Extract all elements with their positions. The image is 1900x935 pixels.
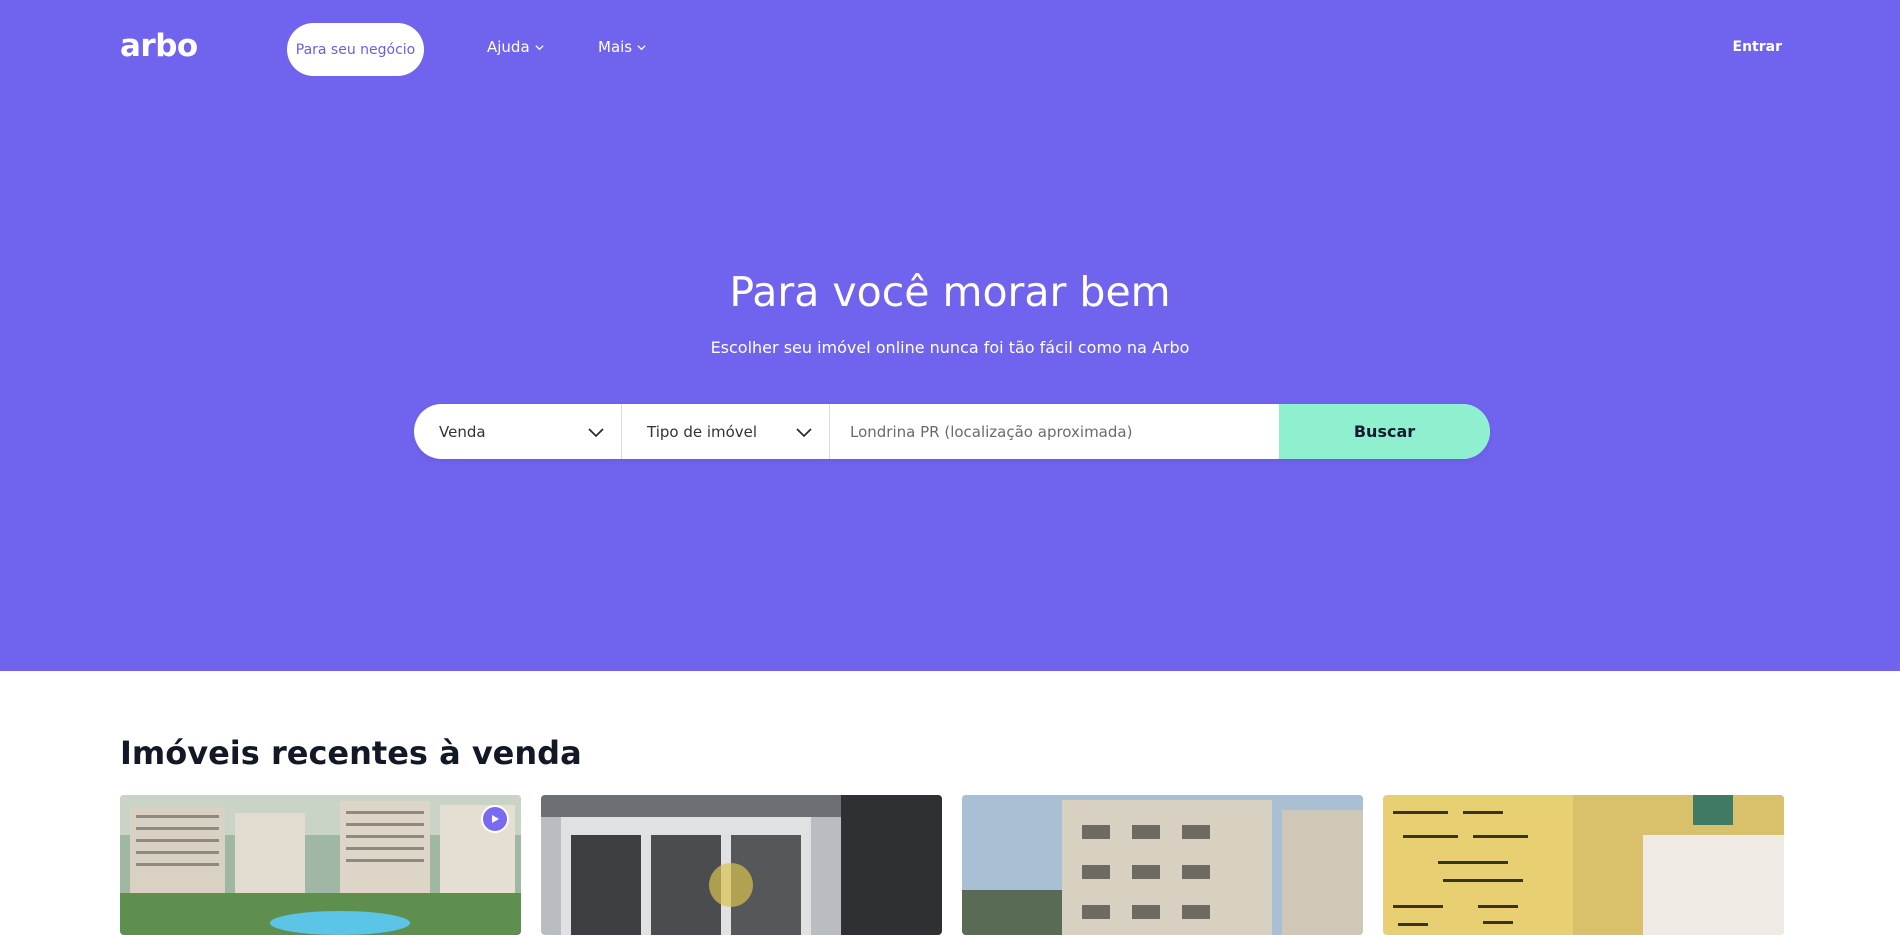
nav-mais-label: Mais (598, 38, 633, 56)
hero-title: Para você morar bem (729, 268, 1171, 316)
hero-section: arbo Para seu negócio Ajuda Mais Entrar … (0, 0, 1900, 671)
listing-photo (962, 795, 1363, 935)
listing-photo (1383, 795, 1784, 935)
business-button[interactable]: Para seu negócio (287, 23, 424, 76)
nav-ajuda[interactable]: Ajuda (487, 38, 545, 56)
arbo-logo[interactable]: arbo (120, 28, 198, 64)
listing-photo (541, 795, 942, 935)
listing-card[interactable] (541, 795, 942, 935)
play-icon (492, 815, 499, 823)
transaction-value: Venda (439, 422, 486, 441)
listing-photo (120, 795, 521, 935)
nav-ajuda-label: Ajuda (487, 38, 530, 56)
chevron-down-icon (637, 44, 646, 50)
chevron-down-icon (535, 44, 544, 50)
search-button[interactable]: Buscar (1279, 404, 1490, 459)
login-link[interactable]: Entrar (1733, 39, 1782, 55)
listing-card[interactable] (1383, 795, 1784, 935)
listing-card[interactable] (962, 795, 1363, 935)
listing-card[interactable] (120, 795, 521, 935)
transaction-select[interactable]: Venda (414, 404, 622, 459)
chevron-down-icon (796, 428, 812, 438)
video-badge (481, 805, 509, 833)
search-bar: Venda Tipo de imóvel Buscar (414, 404, 1490, 459)
section-title: Imóveis recentes à venda (120, 734, 582, 772)
nav-mais[interactable]: Mais (598, 38, 647, 56)
location-input[interactable] (830, 404, 1279, 459)
chevron-down-icon (588, 428, 604, 438)
property-type-select[interactable]: Tipo de imóvel (622, 404, 830, 459)
property-type-value: Tipo de imóvel (647, 422, 758, 441)
hero-subtitle: Escolher seu imóvel online nunca foi tão… (710, 338, 1190, 357)
